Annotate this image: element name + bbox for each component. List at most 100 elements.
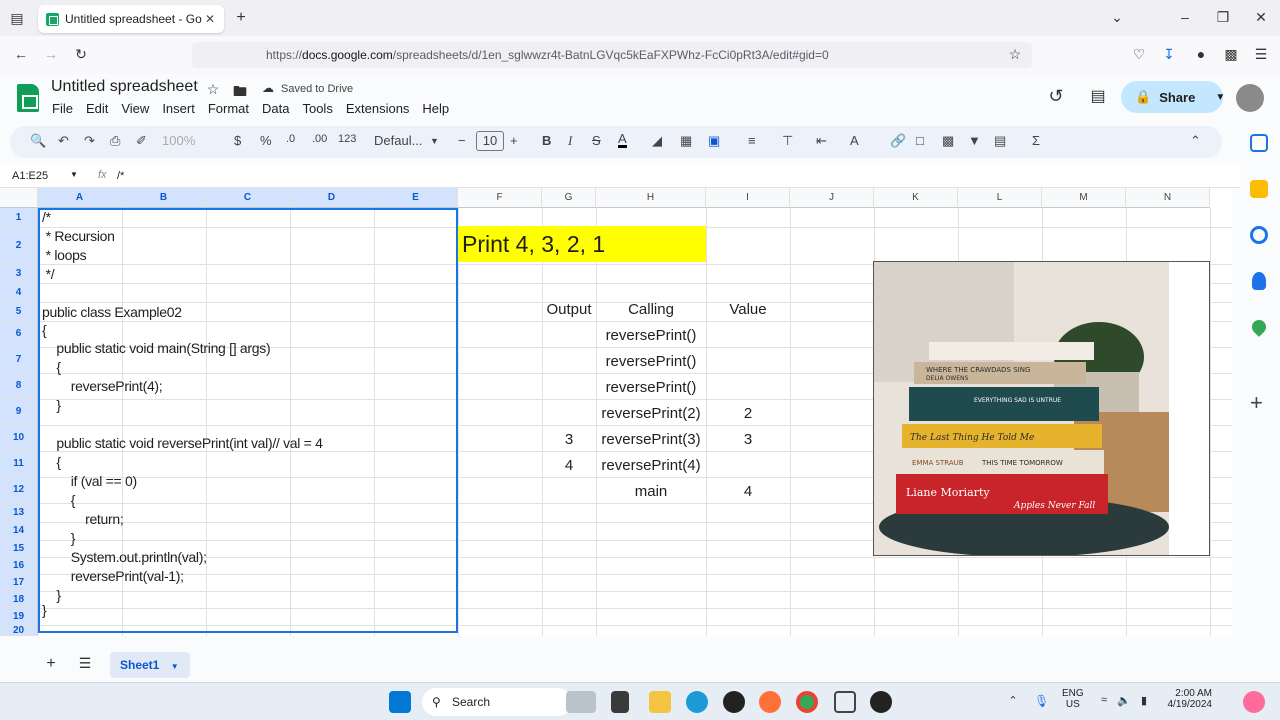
code-line-cell[interactable]: if (val == 0)	[42, 473, 137, 489]
formula-input[interactable]: /*	[117, 170, 124, 182]
font-select[interactable]: Defaul...	[374, 133, 422, 148]
trace-cell[interactable]: reversePrint()	[596, 379, 706, 396]
merge-cells-icon[interactable]: ▣	[708, 133, 720, 149]
column-header-n[interactable]: N	[1126, 188, 1210, 208]
code-line-cell[interactable]: */	[42, 266, 55, 282]
trace-cell[interactable]: reversePrint(2)	[596, 405, 706, 422]
trace-cell[interactable]: 3	[542, 431, 596, 448]
tab-overflow-chevron-icon[interactable]: ⌄	[1108, 9, 1126, 26]
row-header-20[interactable]: 20	[0, 625, 38, 636]
windows-start-icon[interactable]	[389, 691, 411, 713]
row-header-16[interactable]: 16	[0, 557, 38, 574]
comments-icon[interactable]: ▤	[1088, 86, 1108, 106]
decrease-font-size-icon[interactable]: −	[458, 133, 466, 148]
code-line-cell[interactable]: public static void reversePrint(int val)…	[42, 435, 323, 451]
menu-format[interactable]: Format	[208, 101, 249, 116]
menu-extensions[interactable]: Extensions	[346, 101, 410, 116]
back-icon[interactable]: ←	[12, 46, 30, 62]
menu-edit[interactable]: Edit	[86, 101, 108, 116]
menu-view[interactable]: View	[121, 101, 149, 116]
row-header-8[interactable]: 8	[0, 373, 38, 399]
account-icon[interactable]: ●	[1192, 46, 1210, 62]
column-header-f[interactable]: F	[458, 188, 542, 208]
maps-icon[interactable]	[1249, 317, 1269, 337]
close-window-icon[interactable]: ✕	[1252, 9, 1270, 26]
volume-icon[interactable]: 🔈	[1116, 694, 1132, 707]
column-header-g[interactable]: G	[542, 188, 596, 208]
row-header-15[interactable]: 15	[0, 540, 38, 557]
wifi-icon[interactable]: ≈	[1096, 694, 1112, 706]
column-header-k[interactable]: K	[874, 188, 958, 208]
tab-list-icon[interactable]: ▤	[8, 10, 26, 27]
battery-icon[interactable]: ▮	[1136, 694, 1152, 707]
more-formats-button[interactable]: 123	[338, 133, 356, 145]
name-box[interactable]: A1:E25	[12, 170, 48, 182]
reload-icon[interactable]: ↻	[72, 46, 90, 63]
code-line-cell[interactable]: reversePrint(val-1);	[42, 568, 184, 584]
chevron-down-icon[interactable]: ▼	[1215, 92, 1225, 103]
column-header-b[interactable]: B	[122, 188, 206, 208]
code-line-cell[interactable]: public static void main(String [] args)	[42, 340, 270, 356]
file-explorer-icon[interactable]	[649, 691, 671, 713]
menu-insert[interactable]: Insert	[162, 101, 195, 116]
sheets-logo-icon[interactable]	[17, 84, 39, 112]
trace-header-value[interactable]: Value	[706, 301, 790, 318]
version-history-icon[interactable]: ↺	[1046, 86, 1066, 107]
app-menu-icon[interactable]: ☰	[1252, 46, 1270, 63]
collapse-toolbar-icon[interactable]: ⌃	[1190, 133, 1201, 149]
horizontal-align-icon[interactable]: ≡	[748, 133, 756, 148]
row-header-12[interactable]: 12	[0, 477, 38, 503]
trace-cell[interactable]: reversePrint(3)	[596, 431, 706, 448]
insert-link-icon[interactable]: 🔗	[890, 133, 906, 149]
column-header-a[interactable]: A	[38, 188, 122, 208]
undo-icon[interactable]: ↶	[58, 133, 69, 149]
borders-icon[interactable]: ▦	[680, 133, 692, 149]
taskbar-widget-icon[interactable]	[566, 691, 596, 713]
code-line-cell[interactable]: }	[42, 602, 47, 618]
increase-decimal-button[interactable]: .00	[312, 133, 327, 145]
code-line-cell[interactable]: * loops	[42, 247, 87, 263]
java-icon[interactable]	[834, 691, 856, 713]
copilot-icon[interactable]	[1243, 691, 1265, 713]
insert-comment-icon[interactable]: □	[916, 133, 924, 148]
redo-icon[interactable]: ↷	[84, 133, 95, 149]
calendar-icon[interactable]	[1250, 134, 1268, 152]
trace-cell[interactable]: 2	[706, 405, 790, 422]
code-line-cell[interactable]: {	[42, 359, 61, 375]
edge-icon[interactable]	[686, 691, 708, 713]
filter-views-icon[interactable]: ▤	[994, 133, 1006, 149]
menu-file[interactable]: File	[52, 101, 73, 116]
trace-cell[interactable]: main	[596, 483, 706, 500]
book-stack-image[interactable]: WHERE THE CRAWDADS SING DELIA OWENS EVER…	[873, 261, 1210, 556]
row-header-11[interactable]: 11	[0, 451, 38, 477]
strikethrough-icon[interactable]: S	[592, 133, 601, 148]
row-header-9[interactable]: 9	[0, 399, 38, 425]
column-header-i[interactable]: I	[706, 188, 790, 208]
code-line-cell[interactable]: {	[42, 454, 61, 470]
extensions-icon[interactable]: ▩	[1222, 46, 1240, 63]
column-header-l[interactable]: L	[958, 188, 1042, 208]
row-header-10[interactable]: 10	[0, 425, 38, 451]
code-line-cell[interactable]: reversePrint(4);	[42, 378, 163, 394]
browser-tab[interactable]: Untitled spreadsheet - Google S ✕	[38, 5, 224, 33]
bold-button[interactable]: B	[542, 133, 551, 148]
row-header-14[interactable]: 14	[0, 522, 38, 540]
contacts-icon[interactable]	[1252, 272, 1266, 290]
keep-icon[interactable]	[1250, 180, 1268, 198]
name-box-chevron-icon[interactable]: ▼	[70, 170, 78, 179]
percent-format-button[interactable]: %	[260, 133, 272, 148]
row-header-5[interactable]: 5	[0, 302, 38, 321]
filter-icon[interactable]: ▼	[968, 133, 981, 148]
avatar[interactable]	[1236, 84, 1264, 112]
menu-data[interactable]: Data	[262, 101, 289, 116]
taskbar-search[interactable]: ⚲ Search	[422, 688, 572, 716]
paint-format-icon[interactable]: ✐	[136, 133, 147, 149]
select-all-corner[interactable]	[0, 188, 38, 208]
code-line-cell[interactable]: }	[42, 397, 61, 413]
add-sheet-icon[interactable]: +	[42, 655, 60, 673]
microphone-icon[interactable]: 🎙	[1034, 694, 1049, 708]
minimize-icon[interactable]: –	[1176, 9, 1194, 25]
new-tab-icon[interactable]: +	[232, 9, 250, 27]
row-header-19[interactable]: 19	[0, 608, 38, 625]
insert-chart-icon[interactable]: ▩	[942, 133, 954, 149]
